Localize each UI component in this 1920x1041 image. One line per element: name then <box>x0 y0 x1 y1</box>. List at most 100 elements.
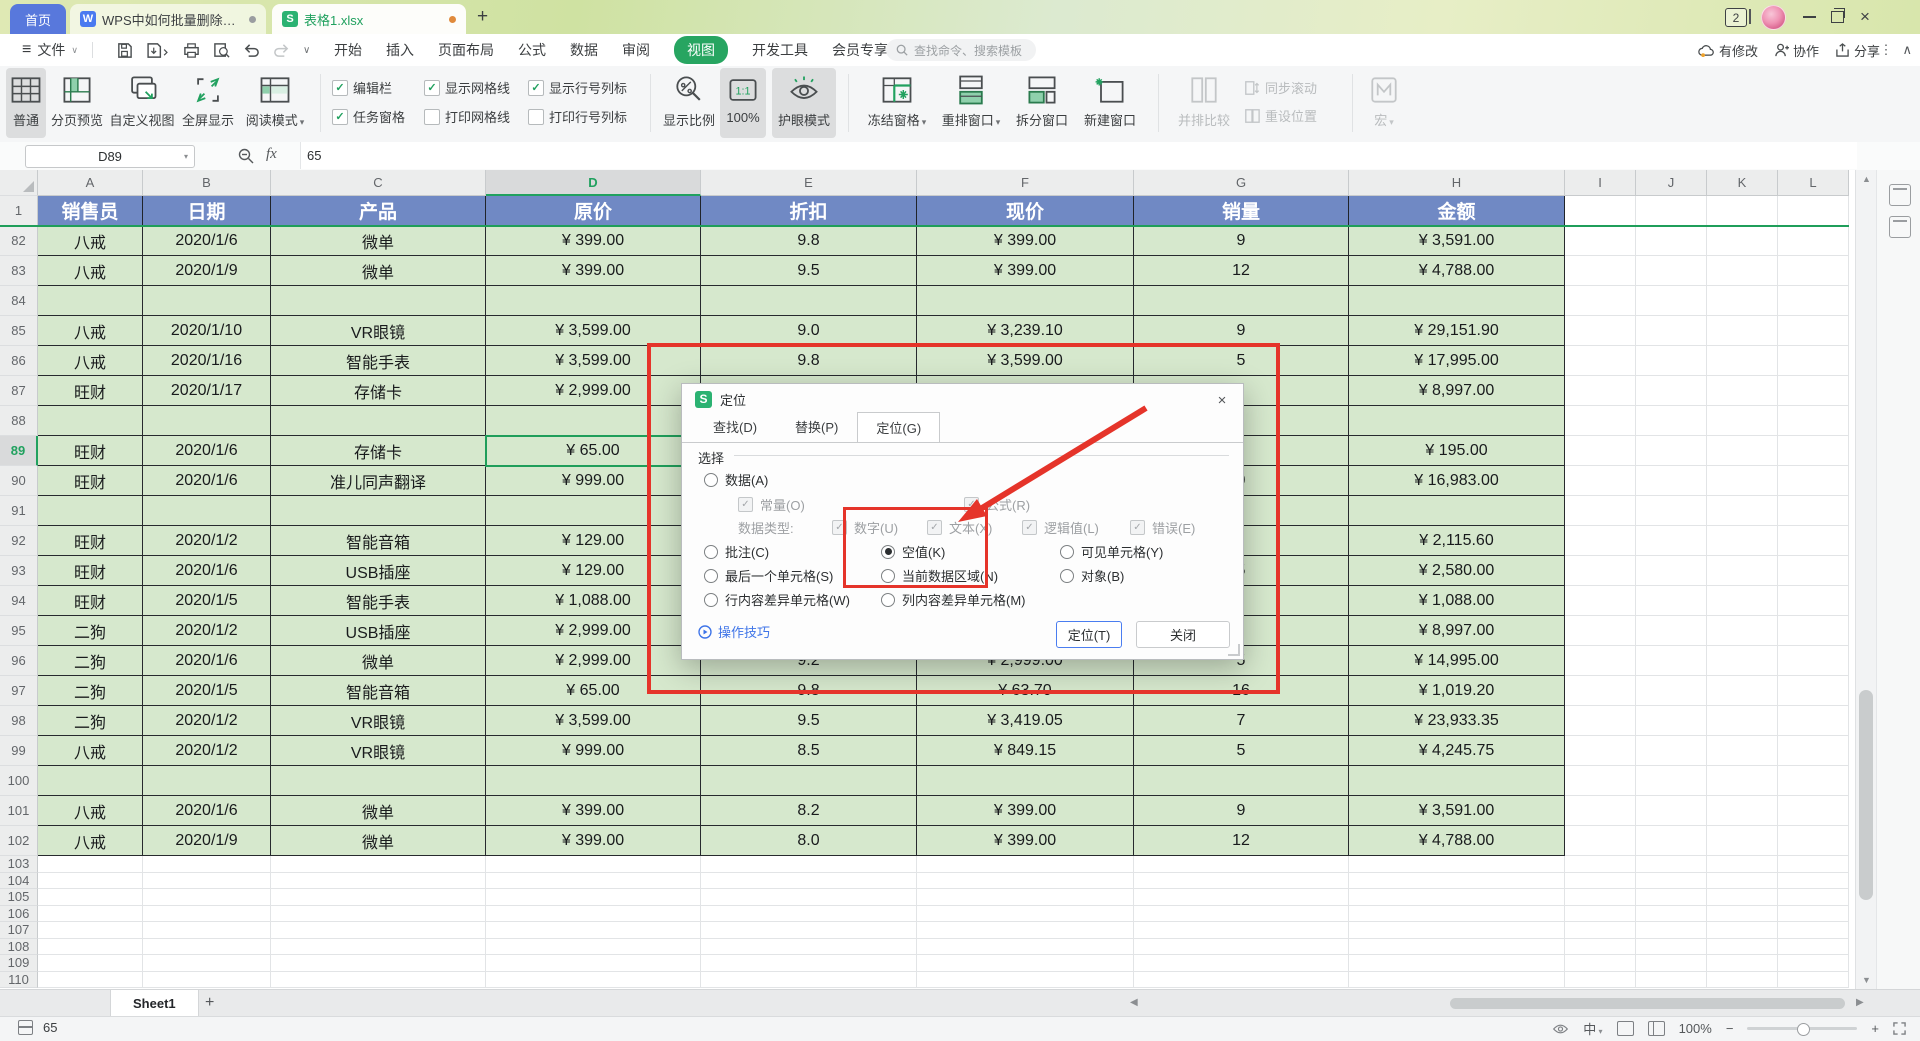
cell-B93[interactable]: 2020/1/6 <box>143 556 271 586</box>
cell-B83[interactable]: 2020/1/9 <box>143 256 271 286</box>
row-header-109[interactable]: 109 <box>0 955 38 972</box>
cell-I108[interactable] <box>1565 939 1636 956</box>
cell-H106[interactable] <box>1349 906 1565 923</box>
row-header-89[interactable]: 89 <box>0 436 38 466</box>
cell-F98[interactable]: ¥ 3,419.05 <box>917 706 1134 736</box>
restore-button[interactable] <box>1824 4 1850 30</box>
cell-G100[interactable] <box>1134 766 1349 796</box>
cell-B108[interactable] <box>143 939 271 956</box>
cell-A108[interactable] <box>38 939 143 956</box>
formula-input[interactable]: 65 <box>300 142 1857 169</box>
cell-B95[interactable]: 2020/1/2 <box>143 616 271 646</box>
cell-J87[interactable] <box>1636 376 1707 406</box>
cell-J84[interactable] <box>1636 286 1707 316</box>
new-window-button[interactable]: 新建窗口 <box>1078 68 1142 138</box>
menu-item-review[interactable]: 审阅 <box>622 40 650 60</box>
cell-J93[interactable] <box>1636 556 1707 586</box>
cell-I106[interactable] <box>1565 906 1636 923</box>
checkbox-formula-bar[interactable]: 编辑栏 <box>332 78 405 97</box>
cell-G108[interactable] <box>1134 939 1349 956</box>
row-header-94[interactable]: 94 <box>0 586 38 616</box>
cell-A88[interactable] <box>38 406 143 436</box>
cell-I107[interactable] <box>1565 922 1636 939</box>
cell-B1[interactable]: 日期 <box>143 196 271 226</box>
cell-J102[interactable] <box>1636 826 1707 856</box>
cell-L107[interactable] <box>1778 922 1849 939</box>
cell-I91[interactable] <box>1565 496 1636 526</box>
cell-B100[interactable] <box>143 766 271 796</box>
cell-G99[interactable]: 5 <box>1134 736 1349 766</box>
menu-item-page-layout[interactable]: 页面布局 <box>438 40 494 60</box>
undo-icon[interactable] <box>243 42 260 59</box>
cell-F108[interactable] <box>917 939 1134 956</box>
cell-E104[interactable] <box>701 873 917 890</box>
cell-J97[interactable] <box>1636 676 1707 706</box>
cell-H86[interactable]: ¥ 17,995.00 <box>1349 346 1565 376</box>
cell-I96[interactable] <box>1565 646 1636 676</box>
cell-B82[interactable]: 2020/1/6 <box>143 226 271 256</box>
row-header-88[interactable]: 88 <box>0 406 38 436</box>
cell-H92[interactable]: ¥ 2,115.60 <box>1349 526 1565 556</box>
avatar[interactable] <box>1761 5 1786 30</box>
cell-I1[interactable] <box>1565 196 1636 226</box>
cell-G103[interactable] <box>1134 856 1349 873</box>
menu-item-formulas[interactable]: 公式 <box>518 40 546 60</box>
cell-J107[interactable] <box>1636 922 1707 939</box>
cell-C1[interactable]: 产品 <box>271 196 486 226</box>
cell-D83[interactable]: ¥ 399.00 <box>486 256 701 286</box>
cell-D84[interactable] <box>486 286 701 316</box>
language-switch[interactable]: 中 ▾ <box>1583 1019 1602 1038</box>
cell-C101[interactable]: 微单 <box>271 796 486 826</box>
cell-A109[interactable] <box>38 955 143 972</box>
cell-G85[interactable]: 9 <box>1134 316 1349 346</box>
cell-A103[interactable] <box>38 856 143 873</box>
menu-item-member[interactable]: 会员专享 <box>832 40 888 60</box>
cell-E101[interactable]: 8.2 <box>701 796 917 826</box>
cell-C92[interactable]: 智能音箱 <box>271 526 486 556</box>
cell-J88[interactable] <box>1636 406 1707 436</box>
cell-A100[interactable] <box>38 766 143 796</box>
cell-H94[interactable]: ¥ 1,088.00 <box>1349 586 1565 616</box>
cell-F110[interactable] <box>917 972 1134 989</box>
cell-H85[interactable]: ¥ 29,151.90 <box>1349 316 1565 346</box>
cell-F105[interactable] <box>917 889 1134 906</box>
row-header-101[interactable]: 101 <box>0 796 38 826</box>
save-as-icon[interactable] <box>146 42 170 59</box>
cell-H109[interactable] <box>1349 955 1565 972</box>
sheet-tab-sheet1[interactable]: Sheet1 <box>110 990 199 1016</box>
cell-H96[interactable]: ¥ 14,995.00 <box>1349 646 1565 676</box>
cell-K93[interactable] <box>1707 556 1778 586</box>
print-icon[interactable] <box>183 42 200 59</box>
cell-L100[interactable] <box>1778 766 1849 796</box>
cell-H110[interactable] <box>1349 972 1565 989</box>
cell-I82[interactable] <box>1565 226 1636 256</box>
cell-A102[interactable]: 八戒 <box>38 826 143 856</box>
cell-D98[interactable]: ¥ 3,599.00 <box>486 706 701 736</box>
cell-L102[interactable] <box>1778 826 1849 856</box>
cell-A86[interactable]: 八戒 <box>38 346 143 376</box>
name-box-dropdown-icon[interactable]: ▾ <box>184 152 188 161</box>
cell-H93[interactable]: ¥ 2,580.00 <box>1349 556 1565 586</box>
cell-H82[interactable]: ¥ 3,591.00 <box>1349 226 1565 256</box>
cell-G84[interactable] <box>1134 286 1349 316</box>
cell-K103[interactable] <box>1707 856 1778 873</box>
cell-B109[interactable] <box>143 955 271 972</box>
row-header-83[interactable]: 83 <box>0 256 38 286</box>
cell-B92[interactable]: 2020/1/2 <box>143 526 271 556</box>
cell-D103[interactable] <box>486 856 701 873</box>
normal-view-button[interactable]: 普通 <box>6 68 46 138</box>
cell-G1[interactable]: 销量 <box>1134 196 1349 226</box>
hscroll-right-icon[interactable]: ▶ <box>1856 997 1864 1008</box>
cell-L92[interactable] <box>1778 526 1849 556</box>
cell-C104[interactable] <box>271 873 486 890</box>
cell-I97[interactable] <box>1565 676 1636 706</box>
zoom-minus-icon[interactable] <box>238 148 254 164</box>
cell-L99[interactable] <box>1778 736 1849 766</box>
row-header-91[interactable]: 91 <box>0 496 38 526</box>
cell-L1[interactable] <box>1778 196 1849 226</box>
cell-B97[interactable]: 2020/1/5 <box>143 676 271 706</box>
cell-I105[interactable] <box>1565 889 1636 906</box>
vertical-scrollbar[interactable]: ▲ ▼ <box>1855 170 1877 989</box>
column-header-C[interactable]: C <box>271 170 486 196</box>
command-search-box[interactable]: 查找命令、搜索模板 <box>886 39 1036 61</box>
